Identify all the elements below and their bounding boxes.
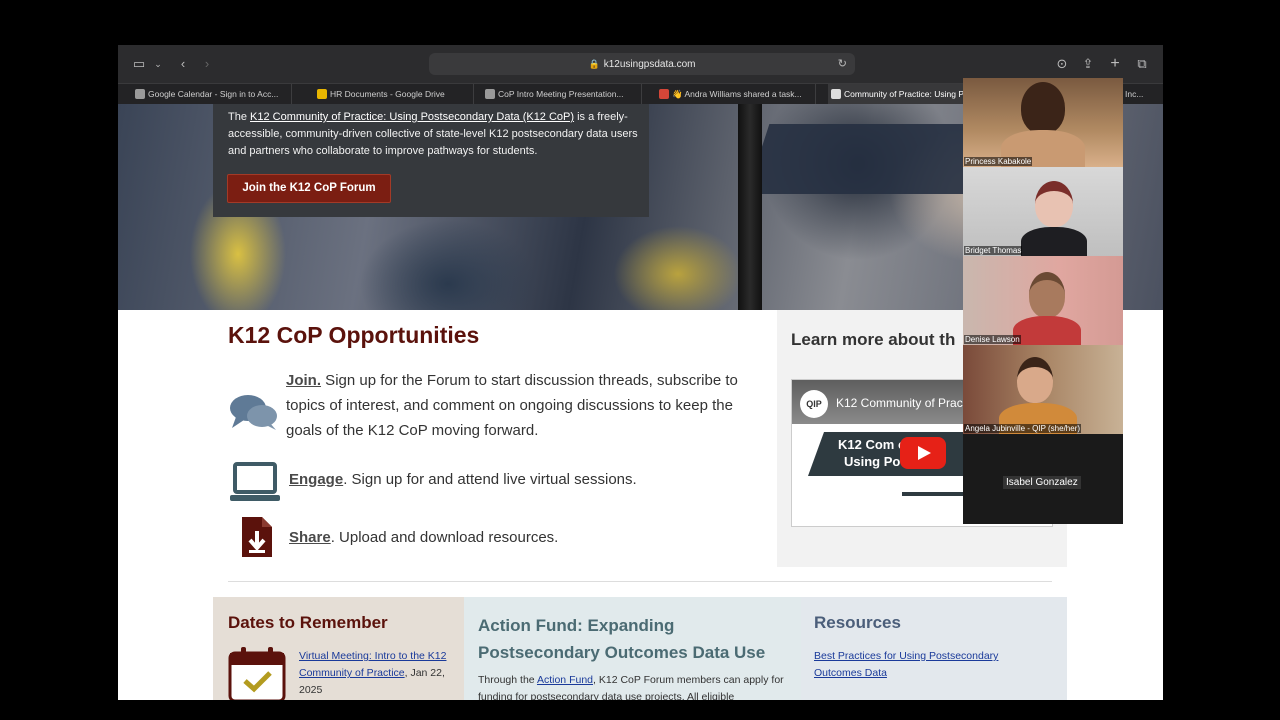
participant-head [1017, 357, 1053, 403]
tab-hr-documents[interactable]: HR Documents - Google Drive [314, 84, 474, 105]
resources-title: Resources [814, 613, 901, 632]
join-link[interactable]: Join. [286, 372, 321, 389]
hero-card: The K12 Community of Practice: Using Pos… [213, 104, 649, 217]
laptop-icon [230, 462, 280, 501]
drive-favicon-icon [317, 89, 327, 99]
tassel-shape [738, 104, 762, 310]
participant-body [1013, 316, 1081, 345]
participant-head [1021, 82, 1065, 134]
download-icon[interactable]: ⊙ [1054, 54, 1070, 74]
reload-icon[interactable]: ↻ [838, 53, 847, 75]
section-divider [228, 581, 1052, 582]
participant-tile-isabel[interactable]: Isabel Gonzalez [963, 434, 1123, 524]
share-link[interactable]: Share [289, 529, 331, 546]
lock-icon: 🔒 [588, 59, 600, 69]
tab-cop-intro[interactable]: CoP Intro Meeting Presentation... [482, 84, 642, 105]
graduation-cap-shape [746, 124, 1000, 194]
qip-logo: QIP [800, 390, 828, 418]
participant-name: Isabel Gonzalez [1003, 476, 1081, 489]
hero-intro-text: The K12 Community of Practice: Using Pos… [228, 111, 638, 157]
opportunity-share: Share. Upload and download resources. [228, 515, 768, 561]
participant-name: Denise Lawson [964, 335, 1021, 344]
sidebar-toggle-icon[interactable]: ▭ [130, 54, 148, 74]
opportunity-join: Join. Sign up for the Forum to start dis… [228, 368, 768, 448]
gmail-favicon-icon [659, 89, 669, 99]
resources-card: Resources Best Practices for Using Posts… [801, 597, 1067, 700]
join-forum-button[interactable]: Join the K12 CoP Forum [227, 174, 391, 203]
learn-more-title: Learn more about th [791, 330, 956, 349]
action-fund-title: Action Fund: Expanding Postsecondary Out… [478, 616, 766, 662]
best-practices-link[interactable]: Best Practices for Using Postsecondary O… [814, 648, 1034, 682]
tab-google-calendar[interactable]: Google Calendar - Sign in to Acc... [132, 84, 292, 105]
file-download-icon [242, 517, 272, 557]
participant-tile-denise[interactable]: Denise Lawson [963, 256, 1123, 345]
url-text: k12usingpsdata.com [603, 59, 696, 70]
participant-name: Bridget Thomas [964, 246, 1023, 255]
participant-tile-bridget[interactable]: Bridget Thomas [963, 167, 1123, 256]
chevron-down-icon[interactable]: ⌄ [152, 54, 164, 74]
screen: ▭ ⌄ ‹ › 🔒 k12usingpsdata.com ↻ ⊙ ⇪ + ⧉ Go… [0, 0, 1280, 720]
address-bar[interactable]: 🔒 k12usingpsdata.com ↻ [429, 53, 855, 75]
tab-overview-icon[interactable]: ⧉ [1134, 54, 1150, 74]
participant-name: Angela Jubinville - QIP (she/her) [964, 424, 1082, 433]
calendar-check-icon [228, 647, 286, 700]
participant-head [1035, 181, 1073, 227]
video-call-panel: Princess Kabakole Bridget Thomas Denise … [963, 78, 1123, 524]
participant-body [1021, 227, 1087, 256]
chat-bubbles-icon [230, 395, 277, 430]
back-icon[interactable]: ‹ [176, 54, 190, 74]
tab-overflow[interactable]: Inc... [1123, 84, 1163, 105]
forward-icon[interactable]: › [200, 54, 214, 74]
new-tab-icon[interactable]: + [1107, 54, 1123, 74]
google-favicon-icon [485, 89, 495, 99]
action-fund-text: Through the Action Fund, K12 CoP Forum m… [478, 674, 784, 700]
opportunity-engage: Engage. Sign up for and attend live virt… [228, 461, 768, 505]
action-fund-card: Action Fund: Expanding Postsecondary Out… [464, 597, 801, 700]
participant-name: Princess Kabakole [964, 157, 1033, 166]
tab-andra-task[interactable]: 👋 Andra Williams shared a task... [656, 84, 816, 105]
dates-card: Dates to Remember Virtual Meeting: Intro… [213, 597, 464, 700]
google-favicon-icon [135, 89, 145, 99]
dates-title: Dates to Remember [228, 613, 388, 632]
participant-tile-angela[interactable]: Angela Jubinville - QIP (she/her) [963, 345, 1123, 434]
action-fund-link[interactable]: Action Fund [537, 674, 593, 686]
tab-community-of-practice[interactable]: Community of Practice: Using P [828, 84, 968, 105]
k12-cop-link[interactable]: K12 Community of Practice: Using Postsec… [250, 111, 574, 123]
site-favicon-icon [831, 89, 841, 99]
play-icon[interactable] [900, 437, 946, 469]
participant-head [1029, 272, 1065, 318]
engage-link[interactable]: Engage [289, 471, 343, 488]
dates-event: Virtual Meeting: Intro to the K12 Commun… [299, 650, 447, 696]
share-icon[interactable]: ⇪ [1080, 54, 1096, 74]
video-title: K12 Community of Prac [836, 396, 963, 410]
participant-tile-princess[interactable]: Princess Kabakole [963, 78, 1123, 167]
opportunities-title: K12 CoP Opportunities [228, 322, 480, 348]
